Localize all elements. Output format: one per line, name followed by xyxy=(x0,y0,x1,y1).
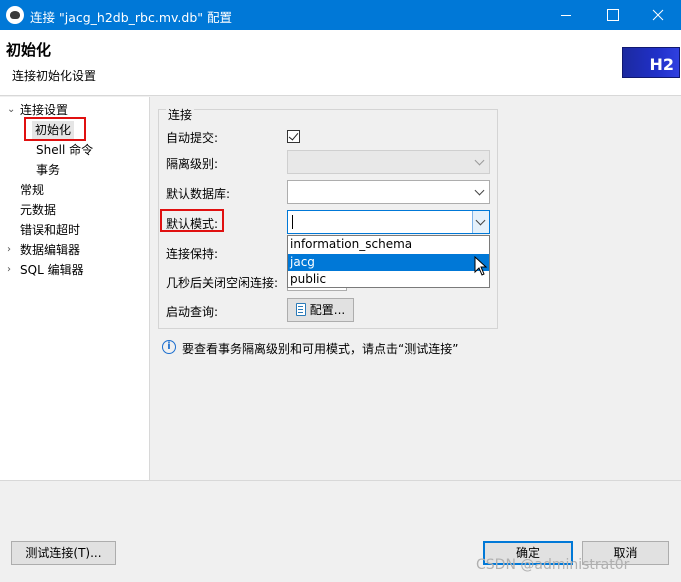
isolation-label: 隔离级别: xyxy=(166,157,219,171)
page-subtitle: 连接初始化设置 xyxy=(12,69,97,83)
idle-close-label: 几秒后关闭空闲连接: xyxy=(166,276,279,290)
chevron-down-icon xyxy=(472,181,489,203)
nav-item-label: Shell 命令 xyxy=(36,143,94,157)
schema-dropdown-list: information_schema jacg public xyxy=(287,235,490,288)
highlight-box-init xyxy=(24,117,86,141)
watermark: CSDN @administrat0r xyxy=(476,557,630,573)
default-db-select[interactable] xyxy=(287,180,490,204)
auto-commit-label: 自动提交: xyxy=(166,131,219,145)
nav-item-label: 常规 xyxy=(20,183,45,197)
chevron-down-icon xyxy=(472,151,489,173)
mouse-pointer-icon xyxy=(474,256,488,276)
info-text: 要查看事务隔离级别和可用模式，请点击“测试连接” xyxy=(182,342,459,356)
dropdown-option-highlighted[interactable]: jacg xyxy=(288,254,489,271)
dropdown-option[interactable]: public xyxy=(288,271,489,288)
h2-logo-text: H2 xyxy=(649,55,674,74)
keepalive-label: 连接保持: xyxy=(166,247,219,261)
highlight-box-schema xyxy=(160,209,224,232)
title-bar: 连接 "jacg_h2db_rbc.mv.db" 配置 xyxy=(0,0,681,30)
nav-item-label: 数据编辑器 xyxy=(20,243,81,257)
nav-item-label: 事务 xyxy=(36,163,61,177)
startup-query-label: 启动查询: xyxy=(166,305,219,319)
page-title: 初始化 xyxy=(6,41,52,59)
auto-commit-checkbox[interactable] xyxy=(287,130,300,143)
nav-item-data-editor[interactable]: › 数据编辑器 xyxy=(7,241,81,259)
close-icon xyxy=(652,9,664,21)
nav-item-label: SQL 编辑器 xyxy=(20,263,84,277)
expand-icon[interactable]: › xyxy=(7,261,11,279)
window-title: 连接 "jacg_h2db_rbc.mv.db" 配置 xyxy=(30,10,232,25)
dropdown-option[interactable]: information_schema xyxy=(288,236,489,253)
info-icon: i xyxy=(162,340,176,354)
minimize-button[interactable] xyxy=(543,0,589,30)
nav-item-label: 连接设置 xyxy=(20,103,69,117)
nav-item-label: 元数据 xyxy=(20,203,57,217)
nav-item-transaction[interactable]: 事务 xyxy=(36,161,60,179)
document-icon xyxy=(295,303,306,316)
group-title: 连接 xyxy=(166,106,195,123)
close-button[interactable] xyxy=(635,0,681,30)
nav-item-general[interactable]: 常规 xyxy=(20,181,44,199)
expand-icon[interactable]: › xyxy=(7,241,11,259)
configure-button-label: 配置... xyxy=(309,303,346,317)
nav-item-label: 错误和超时 xyxy=(20,223,81,237)
nav-item-shell[interactable]: Shell 命令 xyxy=(36,141,93,159)
chevron-down-icon[interactable] xyxy=(472,211,489,233)
text-caret xyxy=(292,215,293,229)
default-schema-combo[interactable] xyxy=(287,210,490,234)
page-header: 初始化 连接初始化设置 H2 xyxy=(0,30,681,96)
maximize-button[interactable] xyxy=(589,0,635,30)
nav-item-metadata[interactable]: 元数据 xyxy=(20,201,56,219)
h2-logo: H2 xyxy=(622,47,680,78)
app-icon xyxy=(6,6,24,24)
nav-item-errors-timeouts[interactable]: 错误和超时 xyxy=(20,221,80,239)
expand-icon[interactable]: ⌄ xyxy=(7,101,15,119)
nav-item-sql-editor[interactable]: › SQL 编辑器 xyxy=(7,261,84,279)
default-db-label: 默认数据库: xyxy=(166,187,231,201)
test-connection-button[interactable]: 测试连接(T)... xyxy=(11,541,116,565)
configure-button[interactable]: 配置... xyxy=(287,298,354,322)
settings-nav-tree: ⌄ 连接设置 初始化 Shell 命令 事务 常规 元数据 错误和超时 › 数据… xyxy=(0,97,150,480)
isolation-select[interactable] xyxy=(287,150,490,174)
